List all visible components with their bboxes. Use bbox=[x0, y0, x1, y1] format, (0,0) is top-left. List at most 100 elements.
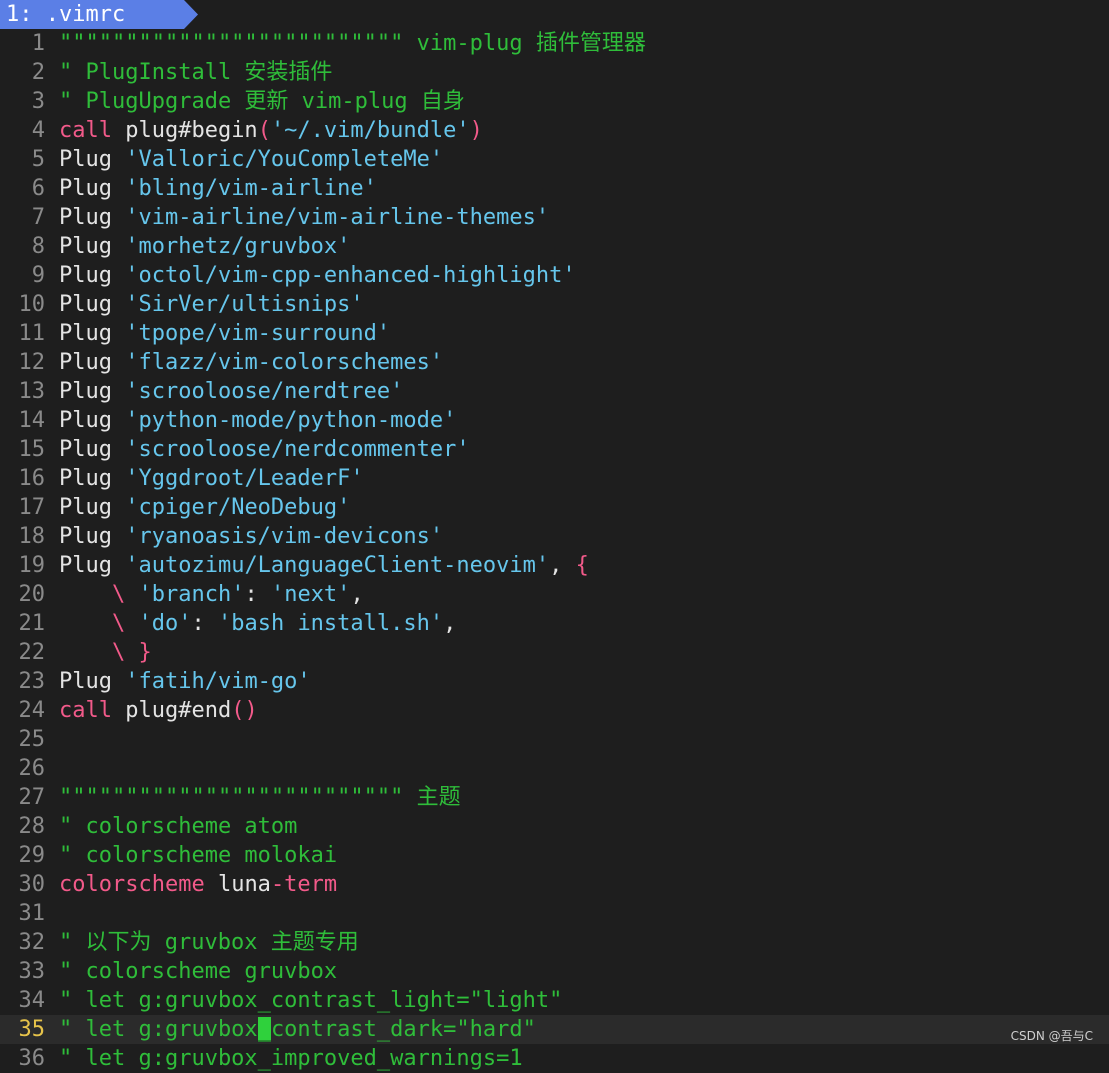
line-content: """""""""""""""""""""""""" vim-plug 插件管理… bbox=[59, 29, 646, 58]
line-number: 16 bbox=[0, 464, 45, 493]
line-number: 19 bbox=[0, 551, 45, 580]
code-line[interactable]: 31 bbox=[0, 899, 1109, 928]
buffer-tab[interactable]: 1: .vimrc bbox=[0, 0, 198, 29]
line-number: 36 bbox=[0, 1044, 45, 1073]
line-content: " colorscheme molokai bbox=[59, 841, 337, 870]
code-line[interactable]: 35" let g:gruvbox_contrast_dark="hard" bbox=[0, 1015, 1109, 1044]
code-line[interactable]: 4call plug#begin('~/.vim/bundle') bbox=[0, 116, 1109, 145]
line-content: \ } bbox=[59, 638, 152, 667]
string-token: 'flazz/vim-colorschemes' bbox=[125, 350, 443, 375]
string-token: 'Valloric/YouCompleteMe' bbox=[125, 147, 443, 172]
text-token: : bbox=[244, 582, 271, 607]
code-line[interactable]: 21 \ 'do': 'bash install.sh', bbox=[0, 609, 1109, 638]
code-line[interactable]: 22 \ } bbox=[0, 638, 1109, 667]
code-line[interactable]: 11Plug 'tpope/vim-surround' bbox=[0, 319, 1109, 348]
line-content: Plug 'autozimu/LanguageClient-neovim', { bbox=[59, 551, 589, 580]
line-content: colorscheme luna-term bbox=[59, 870, 337, 899]
line-number: 13 bbox=[0, 377, 45, 406]
code-line[interactable]: 28 " colorscheme atom bbox=[0, 812, 1109, 841]
code-line[interactable]: 27"""""""""""""""""""""""""" 主题 bbox=[0, 783, 1109, 812]
line-number: 33 bbox=[0, 957, 45, 986]
line-number: 18 bbox=[0, 522, 45, 551]
code-line[interactable]: 5Plug 'Valloric/YouCompleteMe' bbox=[0, 145, 1109, 174]
code-line[interactable]: 2" PlugInstall 安装插件 bbox=[0, 58, 1109, 87]
code-line[interactable]: 7Plug 'vim-airline/vim-airline-themes' bbox=[0, 203, 1109, 232]
line-content: Plug 'Yggdroot/LeaderF' bbox=[59, 464, 364, 493]
line-number: 30 bbox=[0, 870, 45, 899]
buffer-tab-label: 1: .vimrc bbox=[6, 0, 125, 29]
code-line[interactable]: 34" let g:gruvbox_contrast_light="light" bbox=[0, 986, 1109, 1015]
string-token: 'next' bbox=[271, 582, 350, 607]
code-line[interactable]: 25 bbox=[0, 725, 1109, 754]
code-line[interactable]: 16 Plug 'Yggdroot/LeaderF' bbox=[0, 464, 1109, 493]
comment-token: """""""""""""""""""""""""" vim-plug 插件管理… bbox=[59, 31, 646, 56]
text-token: Plug bbox=[59, 495, 125, 520]
line-number: 11 bbox=[0, 319, 45, 348]
text-token: Plug bbox=[59, 466, 125, 491]
code-line[interactable]: 32" 以下为 gruvbox 主题专用 bbox=[0, 928, 1109, 957]
text-token: Plug bbox=[59, 379, 125, 404]
code-line[interactable]: 33 " colorscheme gruvbox bbox=[0, 957, 1109, 986]
string-token: 'fatih/vim-go' bbox=[125, 669, 310, 694]
code-line[interactable]: 13 Plug 'scrooloose/nerdtree' bbox=[0, 377, 1109, 406]
line-content: Plug 'Valloric/YouCompleteMe' bbox=[59, 145, 443, 174]
line-number: 17 bbox=[0, 493, 45, 522]
line-content: """""""""""""""""""""""""" 主题 bbox=[59, 783, 461, 812]
code-line[interactable]: 18Plug 'ryanoasis/vim-devicons' bbox=[0, 522, 1109, 551]
string-token: 'python-mode/python-mode' bbox=[125, 408, 456, 433]
line-content: Plug 'SirVer/ultisnips' bbox=[59, 290, 364, 319]
code-line[interactable]: 14 Plug 'python-mode/python-mode' bbox=[0, 406, 1109, 435]
text-token: : bbox=[191, 611, 218, 636]
code-line[interactable]: 26 bbox=[0, 754, 1109, 783]
code-line[interactable]: 23Plug 'fatih/vim-go' bbox=[0, 667, 1109, 696]
code-line[interactable]: 30 colorscheme luna-term bbox=[0, 870, 1109, 899]
code-line[interactable]: 17Plug 'cpiger/NeoDebug' bbox=[0, 493, 1109, 522]
line-number: 31 bbox=[0, 899, 45, 928]
code-line[interactable]: 1"""""""""""""""""""""""""" vim-plug 插件管… bbox=[0, 29, 1109, 58]
comment-token: " let g:gruvbox_contrast_light="light" bbox=[59, 988, 562, 1013]
code-line[interactable]: 3" PlugUpgrade 更新 vim-plug 自身 bbox=[0, 87, 1109, 116]
line-number: 7 bbox=[0, 203, 45, 232]
line-number: 28 bbox=[0, 812, 45, 841]
text-token: plug#begin bbox=[112, 118, 258, 143]
keyword-token: ) bbox=[470, 118, 483, 143]
code-line[interactable]: 20 \ 'branch': 'next', bbox=[0, 580, 1109, 609]
line-content: " PlugUpgrade 更新 vim-plug 自身 bbox=[59, 87, 465, 116]
code-line[interactable]: 24call plug#end() bbox=[0, 696, 1109, 725]
string-token: 'tpope/vim-surround' bbox=[125, 321, 390, 346]
string-token: '~/.vim/bundle' bbox=[271, 118, 470, 143]
line-number: 29 bbox=[0, 841, 45, 870]
code-line[interactable]: 15Plug 'scrooloose/nerdcommenter' bbox=[0, 435, 1109, 464]
string-token: 'bash install.sh' bbox=[218, 611, 443, 636]
editor-area[interactable]: 1"""""""""""""""""""""""""" vim-plug 插件管… bbox=[0, 29, 1109, 1052]
comment-token: " PlugInstall 安装插件 bbox=[59, 60, 332, 85]
code-line[interactable]: 12Plug 'flazz/vim-colorschemes' bbox=[0, 348, 1109, 377]
string-token: 'do' bbox=[138, 611, 191, 636]
code-line[interactable]: 29 " colorscheme molokai bbox=[0, 841, 1109, 870]
code-line[interactable]: 6Plug 'bling/vim-airline' bbox=[0, 174, 1109, 203]
line-content: Plug 'python-mode/python-mode' bbox=[59, 406, 456, 435]
string-token: 'Yggdroot/LeaderF' bbox=[125, 466, 363, 491]
string-token: 'scrooloose/nerdtree' bbox=[125, 379, 403, 404]
line-number: 15 bbox=[0, 435, 45, 464]
line-number: 23 bbox=[0, 667, 45, 696]
line-number: 14 bbox=[0, 406, 45, 435]
line-number: 4 bbox=[0, 116, 45, 145]
code-line[interactable]: 9Plug 'octol/vim-cpp-enhanced-highlight' bbox=[0, 261, 1109, 290]
line-content: " colorscheme atom bbox=[59, 812, 297, 841]
line-number: 26 bbox=[0, 754, 45, 783]
watermark: CSDN @吾与C bbox=[1011, 1027, 1093, 1044]
code-line[interactable]: 36" let g:gruvbox_improved_warnings=1 bbox=[0, 1044, 1109, 1073]
string-token: 'ryanoasis/vim-devicons' bbox=[125, 524, 443, 549]
line-number: 32 bbox=[0, 928, 45, 957]
text-token: , bbox=[350, 582, 363, 607]
code-line[interactable]: 19 Plug 'autozimu/LanguageClient-neovim',… bbox=[0, 551, 1109, 580]
text-token: Plug bbox=[59, 234, 125, 259]
text-token bbox=[59, 640, 112, 665]
code-line[interactable]: 10Plug 'SirVer/ultisnips' bbox=[0, 290, 1109, 319]
line-content: " colorscheme gruvbox bbox=[59, 957, 337, 986]
code-line[interactable]: 8Plug 'morhetz/gruvbox' bbox=[0, 232, 1109, 261]
text-token: Plug bbox=[59, 408, 125, 433]
line-content: Plug 'octol/vim-cpp-enhanced-highlight' bbox=[59, 261, 576, 290]
keyword-token: { bbox=[576, 553, 589, 578]
